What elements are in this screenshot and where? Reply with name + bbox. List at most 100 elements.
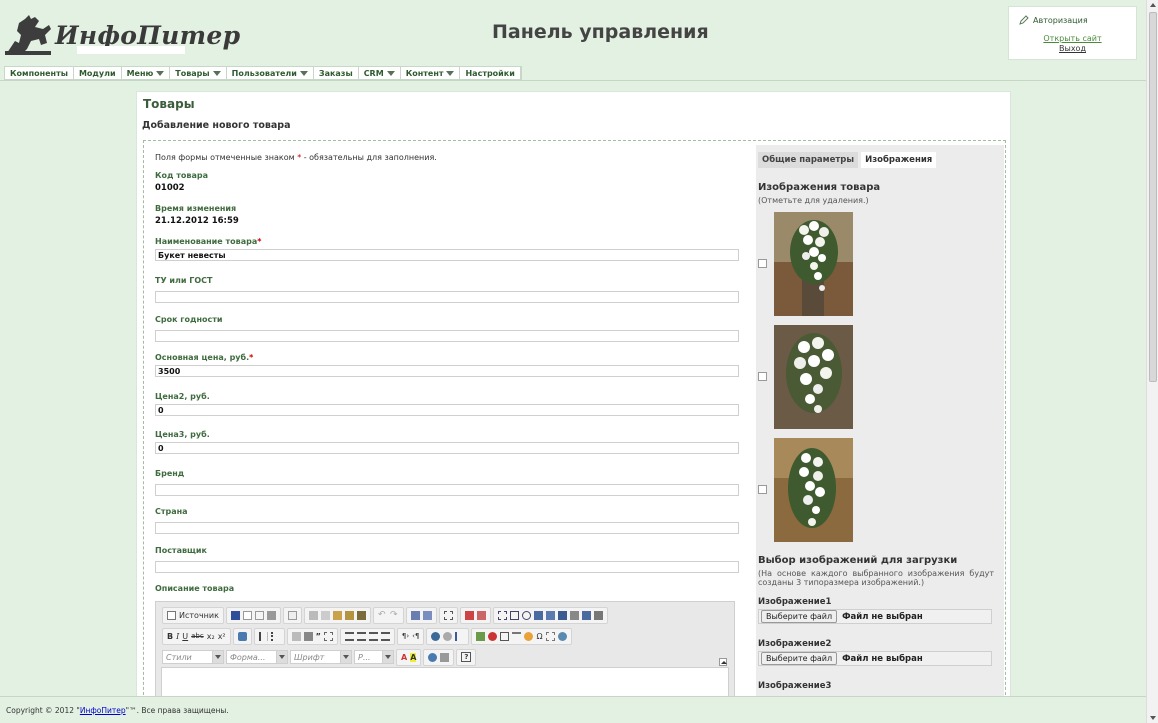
scroll-thumb[interactable]	[1149, 12, 1157, 382]
toolbar-collapse-icon[interactable]	[719, 658, 727, 666]
spellcheck-icon[interactable]	[464, 610, 474, 620]
undo-icon[interactable]: ↶	[378, 610, 387, 620]
price2-input[interactable]	[155, 404, 739, 416]
shelf-life-input[interactable]	[155, 330, 739, 342]
menu-item-content[interactable]: Контент	[401, 67, 461, 79]
background-color-icon[interactable]: A	[410, 652, 417, 662]
menu-item-products[interactable]: Товары	[170, 67, 227, 79]
indent-icon[interactable]	[303, 631, 313, 641]
footer-link[interactable]: ИнфоПитер	[80, 706, 126, 715]
help-icon[interactable]: ?	[461, 652, 472, 662]
remove-format-icon[interactable]	[237, 631, 247, 641]
menu-item-settings[interactable]: Настройки	[460, 67, 521, 79]
show-blocks-icon[interactable]	[440, 652, 450, 662]
brand-input[interactable]	[155, 484, 739, 496]
anchor-icon[interactable]	[455, 631, 464, 641]
unlink-icon[interactable]	[443, 631, 453, 641]
select-field-icon[interactable]	[557, 610, 567, 620]
rtl-icon[interactable]: ‹¶	[412, 632, 419, 640]
product-image-thumbnail[interactable]	[774, 212, 853, 316]
delete-image-checkbox[interactable]	[758, 485, 767, 494]
size-combo[interactable]: Р...	[354, 650, 394, 664]
logo[interactable]: ИнфоПитер	[5, 13, 240, 55]
paste-word-icon[interactable]	[356, 610, 366, 620]
blockquote-icon[interactable]: ”	[316, 632, 321, 641]
strike-icon[interactable]: abc	[191, 632, 204, 640]
open-site-link[interactable]: Открыть сайт	[1009, 34, 1136, 43]
bold-icon[interactable]: B	[167, 632, 173, 641]
tab-general[interactable]: Общие параметры	[758, 152, 859, 168]
italic-icon[interactable]: I	[176, 632, 179, 641]
find-icon[interactable]	[410, 610, 420, 620]
menu-item-users[interactable]: Пользователи	[227, 67, 314, 79]
menu-item-crm[interactable]: CRM	[359, 67, 401, 79]
logout-link[interactable]: Выход	[1009, 44, 1136, 53]
align-right-icon[interactable]	[368, 631, 378, 641]
image-button-icon[interactable]	[581, 610, 591, 620]
text-color-icon[interactable]: A	[401, 653, 407, 662]
cut-icon[interactable]	[308, 610, 318, 620]
choose-file-button[interactable]: Выберите файл	[761, 610, 838, 623]
print-icon[interactable]	[266, 610, 276, 620]
delete-image-checkbox[interactable]	[758, 372, 767, 381]
bulleted-list-icon[interactable]	[270, 631, 280, 641]
menu-item-orders[interactable]: Заказы	[314, 67, 359, 79]
delete-image-checkbox[interactable]	[758, 259, 767, 268]
superscript-icon[interactable]: x²	[218, 632, 226, 641]
iframe-icon[interactable]	[557, 631, 567, 641]
numbered-list-icon[interactable]	[258, 631, 268, 641]
spellcheck-as-you-type-icon[interactable]	[476, 610, 486, 620]
copy-icon[interactable]	[320, 610, 330, 620]
font-combo[interactable]: Шрифт	[290, 650, 352, 664]
tu-input[interactable]	[155, 291, 739, 303]
special-char-icon[interactable]: Ω	[536, 632, 542, 641]
page-break-icon[interactable]	[545, 631, 555, 641]
underline-icon[interactable]: U	[182, 632, 188, 641]
menu-item-modules[interactable]: Модули	[74, 67, 122, 79]
textarea-icon[interactable]	[545, 610, 555, 620]
new-page-icon[interactable]	[242, 610, 252, 620]
ltr-icon[interactable]: ¶›	[402, 632, 409, 640]
product-image-thumbnail[interactable]	[774, 438, 853, 542]
replace-icon[interactable]	[422, 610, 432, 620]
hidden-field-icon[interactable]	[593, 610, 603, 620]
paste-icon[interactable]	[332, 610, 342, 620]
checkbox-icon[interactable]	[509, 610, 519, 620]
source-button[interactable]: Источник	[179, 611, 219, 620]
link-icon[interactable]	[431, 631, 441, 641]
div-container-icon[interactable]	[323, 631, 333, 641]
align-center-icon[interactable]	[356, 631, 366, 641]
select-all-icon[interactable]	[443, 610, 453, 620]
menu-item-components[interactable]: Компоненты	[5, 67, 74, 79]
product-image-thumbnail[interactable]	[774, 325, 853, 429]
maximize-icon[interactable]	[428, 652, 438, 662]
horizontal-rule-icon[interactable]	[512, 631, 522, 641]
align-left-icon[interactable]	[344, 631, 354, 641]
styles-combo[interactable]: Стили	[162, 650, 224, 664]
radio-icon[interactable]	[521, 610, 531, 620]
form-icon[interactable]	[497, 610, 507, 620]
paste-text-icon[interactable]	[344, 610, 354, 620]
country-input[interactable]	[155, 522, 739, 534]
price-input[interactable]	[155, 365, 739, 377]
button-field-icon[interactable]	[569, 610, 579, 620]
redo-icon[interactable]: ↷	[390, 610, 399, 620]
smiley-icon[interactable]	[524, 631, 534, 641]
flash-icon[interactable]	[488, 631, 498, 641]
price3-input[interactable]	[155, 442, 739, 454]
format-combo[interactable]: Форма...	[226, 650, 288, 664]
image-icon[interactable]	[476, 631, 486, 641]
scroll-down-icon[interactable]	[1150, 716, 1156, 720]
name-input[interactable]	[155, 249, 739, 261]
save-icon[interactable]	[230, 610, 240, 620]
templates-icon[interactable]	[287, 610, 297, 620]
align-justify-icon[interactable]	[380, 631, 390, 641]
scrollbar[interactable]	[1146, 0, 1158, 723]
preview-icon[interactable]	[254, 610, 264, 620]
supplier-input[interactable]	[155, 561, 739, 573]
textfield-icon[interactable]	[533, 610, 543, 620]
choose-file-button[interactable]: Выберите файл	[761, 652, 838, 665]
table-icon[interactable]	[500, 631, 510, 641]
scroll-up-icon[interactable]	[1150, 3, 1156, 7]
outdent-icon[interactable]	[291, 631, 301, 641]
